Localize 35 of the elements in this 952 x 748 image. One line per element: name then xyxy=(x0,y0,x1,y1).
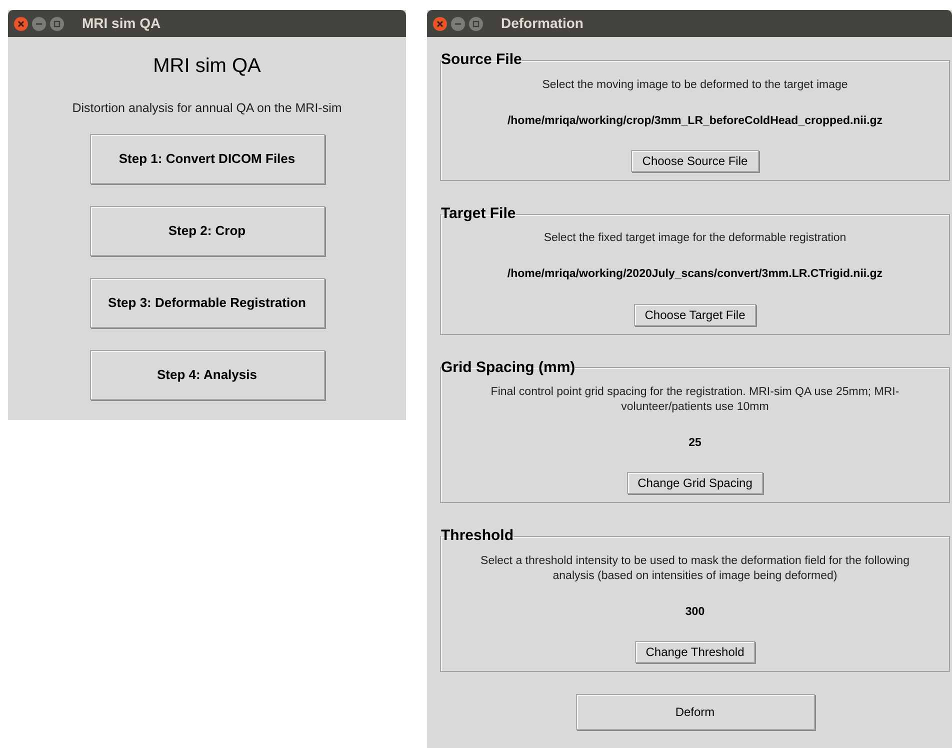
section-button[interactable]: Change Threshold xyxy=(634,641,756,663)
section-value: 25 xyxy=(688,436,702,451)
maximize-button[interactable] xyxy=(50,16,64,30)
section-button[interactable]: Choose Source File xyxy=(631,150,759,172)
group-title: Threshold xyxy=(441,526,514,546)
section-description: Select the moving image to be deformed to the target image xyxy=(542,78,848,92)
section-button[interactable]: Choose Target File xyxy=(634,304,756,326)
step-button[interactable]: Step 3: Deformable Registration xyxy=(90,278,324,328)
app-heading: MRI sim QA xyxy=(153,54,261,79)
group-title: Source File xyxy=(441,50,522,70)
section-button[interactable]: Change Grid Spacing xyxy=(626,472,764,494)
section-value: /home/mriqa/working/2020July_scans/convert/3mm.LR.CTrigid.nii.gz xyxy=(507,267,883,282)
maximize-icon xyxy=(53,20,61,28)
close-button[interactable] xyxy=(433,16,447,30)
minimize-button[interactable] xyxy=(451,16,465,30)
section-description: Select the fixed target image for the deformable registration xyxy=(544,231,846,246)
step-button[interactable]: Step 1: Convert DICOM Files xyxy=(90,134,324,184)
section-description: Final control point grid spacing for the registration. MRI-sim QA use 25mm; MRI-volunteer/patients use 10mm xyxy=(490,385,900,415)
close-button[interactable] xyxy=(14,16,28,30)
step-button[interactable]: Step 4: Analysis xyxy=(90,350,324,400)
minimize-button[interactable] xyxy=(32,16,46,30)
window-title: MRI sim QA xyxy=(82,14,161,33)
group-title: Target File xyxy=(441,204,516,224)
group-title: Grid Spacing (mm) xyxy=(441,358,576,378)
close-icon xyxy=(436,20,444,28)
section-description: Select a threshold intensity to be used to mask the deformation field for the following analysis (based on intensities of image being deformed) xyxy=(480,554,910,584)
close-icon xyxy=(17,20,25,28)
deform-button[interactable]: Deform xyxy=(576,694,814,730)
app-subtitle: Distortion analysis for annual QA on the MRI-sim xyxy=(72,100,342,117)
window-title: Deformation xyxy=(501,14,584,33)
section-value: /home/mriqa/working/crop/3mm_LR_beforeColdHead_cropped.nii.gz xyxy=(507,114,883,128)
step-button[interactable]: Step 2: Crop xyxy=(90,206,324,256)
maximize-icon xyxy=(472,20,480,28)
maximize-button[interactable] xyxy=(469,16,483,30)
section-value: 300 xyxy=(685,604,705,620)
